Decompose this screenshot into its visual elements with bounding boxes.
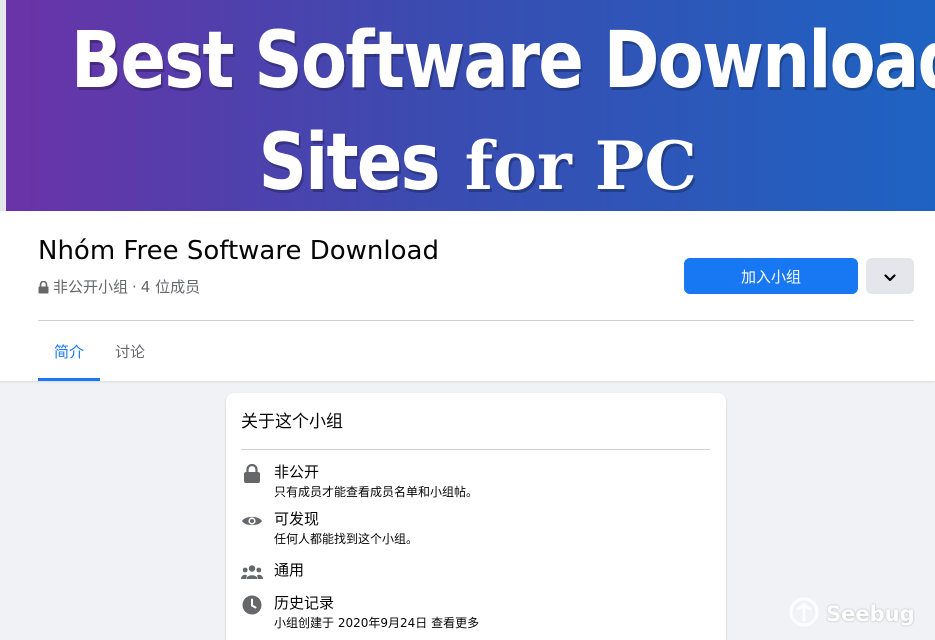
about-card-divider xyxy=(241,449,710,450)
info-desc-private: 只有成员才能查看成员名单和小组帖。 xyxy=(274,485,479,499)
group-members[interactable]: 4 位成员 xyxy=(141,276,200,297)
join-group-button[interactable]: 加入小组 xyxy=(684,258,858,294)
about-card: 关于这个小组 非公开 只有成员才能查看成员名单和小组帖。 可发现 任何人都能找到… xyxy=(226,393,726,640)
group-header: Nhóm Free Software Download 非公开小组 · 4 位成… xyxy=(0,211,935,381)
info-title-visible: 可发现 xyxy=(274,510,320,528)
people-icon xyxy=(241,561,263,583)
info-title-general: 通用 xyxy=(274,561,305,579)
seebug-watermark: Seebug xyxy=(788,594,918,634)
group-privacy[interactable]: 非公开小组 xyxy=(53,276,128,297)
cover-text-line1: Best Software Download xyxy=(71,16,935,106)
cover-text-for-pc: for PC xyxy=(464,127,697,205)
info-row-visible: 可发现 任何人都能找到这个小组。 xyxy=(241,508,711,552)
eye-icon xyxy=(241,510,263,532)
page: Best Software Download Sites for PC Nhóm… xyxy=(0,0,935,640)
tab-about[interactable]: 简介 xyxy=(38,321,100,381)
meta-separator: · xyxy=(132,277,137,296)
clock-icon xyxy=(241,594,263,616)
cover-photo[interactable]: Best Software Download Sites for PC xyxy=(6,0,935,211)
info-title-private: 非公开 xyxy=(274,463,320,481)
chevron-down-icon xyxy=(884,267,896,286)
tab-discussion[interactable]: 讨论 xyxy=(100,321,160,381)
watermark-text: Seebug xyxy=(826,602,915,626)
group-meta: 非公开小组 · 4 位成员 xyxy=(38,276,200,297)
info-row-history: 历史记录 小组创建于 2020年9月24日 查看更多 xyxy=(241,592,711,636)
lock-icon xyxy=(241,463,263,485)
info-row-private: 非公开 只有成员才能查看成员名单和小组帖。 xyxy=(241,461,711,505)
info-desc-visible: 任何人都能找到这个小组。 xyxy=(274,532,419,546)
about-card-title: 关于这个小组 xyxy=(241,412,343,432)
info-title-history: 历史记录 xyxy=(274,594,335,612)
seebug-logo-icon xyxy=(788,596,820,632)
cover-text-line2: Sites for PC xyxy=(6,118,935,208)
header-divider xyxy=(38,320,914,321)
info-desc-history[interactable]: 小组创建于 2020年9月24日 查看更多 xyxy=(274,614,479,631)
lock-icon xyxy=(38,280,49,294)
cover-text-sites: Sites xyxy=(258,118,441,208)
group-title[interactable]: Nhóm Free Software Download xyxy=(38,236,439,266)
more-options-button[interactable] xyxy=(866,258,914,294)
